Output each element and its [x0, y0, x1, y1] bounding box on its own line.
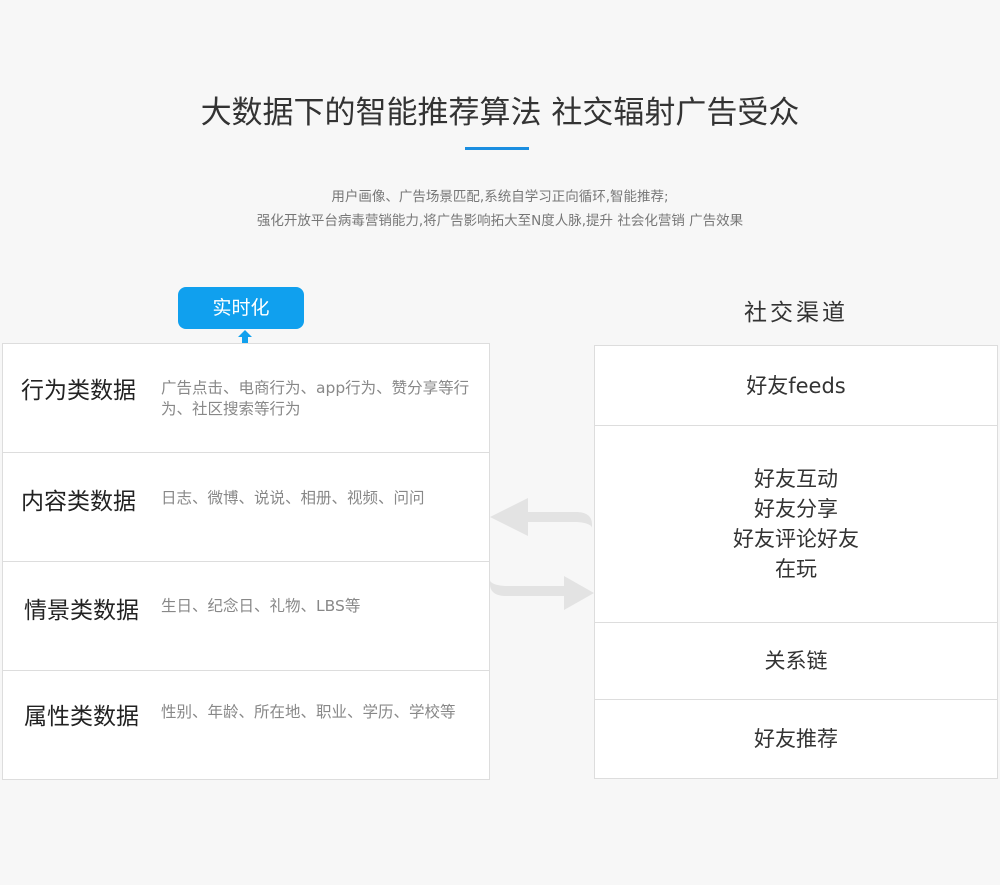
- intro-text-line-1: 用户画像、广告场景匹配,系统自学习正向循环,智能推荐;: [331, 189, 669, 205]
- data-row-behavior: 行为类数据 广告点击、电商行为、app行为、赞分享等行为、社区搜索等行为: [3, 344, 489, 453]
- channel-line: 好友评论好友: [733, 527, 859, 551]
- channel-line: 好友互动: [754, 467, 838, 491]
- channel-line: 在玩: [775, 557, 817, 581]
- data-row-description: 日志、微博、说说、相册、视频、问问: [161, 489, 425, 507]
- channel-cell-recommend: 好友推荐: [595, 700, 997, 778]
- channel-line: 关系链: [764, 649, 828, 673]
- data-row-description: 广告点击、电商行为、app行为、赞分享等行为、社区搜索等行为: [161, 379, 470, 418]
- data-row-description: 生日、纪念日、礼物、LBS等: [161, 597, 361, 615]
- social-channels-panel: 好友feeds 好友互动 好友分享 好友评论好友 在玩 关系链 好友推荐: [594, 345, 998, 779]
- channel-cell-relation: 关系链: [595, 623, 997, 700]
- exchange-arrows-icon: [490, 498, 594, 610]
- data-row-attribute: 属性类数据 性别、年龄、所在地、职业、学历、学校等: [3, 671, 489, 779]
- data-row-content: 内容类数据 日志、微博、说说、相册、视频、问问: [3, 453, 489, 562]
- arrow-up-icon: [238, 330, 252, 344]
- data-row-title: 情景类数据: [24, 598, 139, 624]
- data-row-description: 性别、年龄、所在地、职业、学历、学校等: [161, 703, 456, 721]
- data-row-context: 情景类数据 生日、纪念日、礼物、LBS等: [3, 562, 489, 671]
- channel-line: 好友推荐: [754, 727, 838, 751]
- data-row-title: 行为类数据: [21, 378, 136, 404]
- page-title: 大数据下的智能推荐算法 社交辐射广告受众: [200, 95, 800, 131]
- data-row-title: 内容类数据: [21, 489, 136, 515]
- data-row-title: 属性类数据: [24, 704, 139, 730]
- realtime-badge: 实时化: [178, 287, 304, 329]
- channel-cell-interaction: 好友互动 好友分享 好友评论好友 在玩: [595, 426, 997, 623]
- intro-text-line-2: 强化开放平台病毒营销能力,将广告影响拓大至N度人脉,提升 社会化营销 广告效果: [256, 213, 744, 229]
- channel-line: 好友feeds: [746, 373, 846, 398]
- channel-line: 好友分享: [754, 497, 838, 521]
- channel-cell-feeds: 好友feeds: [595, 346, 997, 426]
- title-underline: [465, 147, 529, 150]
- data-sources-panel: 行为类数据 广告点击、电商行为、app行为、赞分享等行为、社区搜索等行为 内容类…: [2, 343, 490, 780]
- social-channels-heading: 社交渠道: [744, 300, 848, 326]
